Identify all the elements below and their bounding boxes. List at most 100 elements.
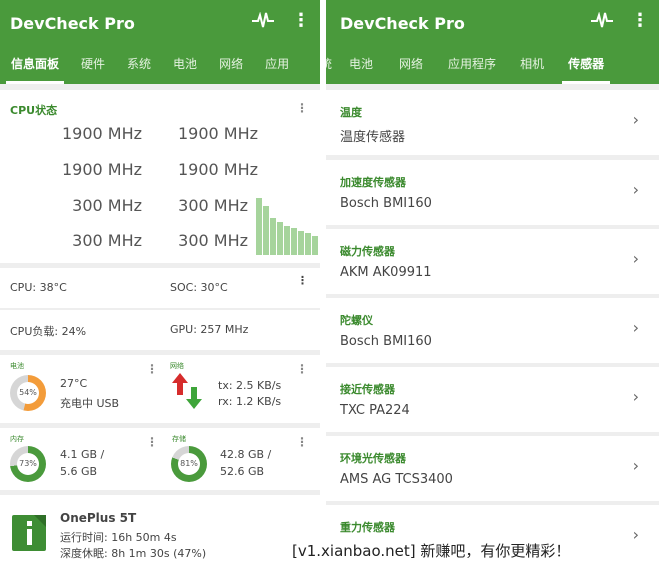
tab-battery[interactable]: 电池	[162, 47, 208, 84]
cpu-usage-bar	[263, 206, 269, 255]
core-frequency: 300 MHz	[72, 231, 142, 250]
tab-camera[interactable]: 相机	[508, 47, 556, 84]
storage-total: 52.6 GB	[220, 465, 265, 478]
chevron-right-icon: ›	[632, 525, 639, 544]
cpu-usage-bar	[270, 218, 276, 255]
cpu-temp: CPU: 38°C	[10, 281, 67, 294]
memory-ring: 73%	[10, 446, 46, 482]
battery-network-card[interactable]: 电池 54% 27°C 充电中 USB ⋮ 网络 tx: 2.5 KB/s rx…	[0, 355, 320, 423]
cpu-load: CPU负载: 24%	[10, 325, 87, 338]
chevron-right-icon: ›	[632, 456, 639, 475]
sensor-item-gyroscope[interactable]: 陀螺仪 Bosch BMI160 ›	[326, 298, 659, 363]
pulse-icon[interactable]	[252, 12, 274, 30]
sensor-category: 磁力传感器	[340, 245, 395, 258]
sensor-category: 环境光传感器	[340, 452, 406, 465]
card-menu-icon[interactable]: ⋮	[296, 102, 308, 114]
card-menu-icon[interactable]: ⋮	[146, 436, 158, 448]
tab-hardware[interactable]: 硬件	[70, 47, 116, 84]
app-title: DevCheck Pro	[10, 14, 135, 33]
memory-percent: 73%	[17, 453, 39, 475]
sensor-item-temperature[interactable]: 温度 温度传感器 ›	[326, 90, 659, 155]
uptime: 运行时间: 16h 50m 4s	[60, 531, 177, 544]
cpu-usage-bar	[305, 233, 311, 255]
chevron-right-icon: ›	[632, 387, 639, 406]
memory-label: 内存	[10, 435, 24, 443]
core-frequency: 300 MHz	[178, 196, 248, 215]
sensor-item-accelerometer[interactable]: 加速度传感器 Bosch BMI160 ›	[326, 160, 659, 225]
chevron-right-icon: ›	[632, 110, 639, 129]
soc-temp: SOC: 30°C	[170, 281, 228, 294]
memory-storage-card[interactable]: 内存 73% 4.1 GB / 5.6 GB ⋮ 存储 81% 42.8 GB …	[0, 428, 320, 490]
pulse-icon[interactable]	[591, 12, 613, 30]
tab-network[interactable]: 网络	[208, 47, 254, 84]
storage-ring: 81%	[171, 446, 207, 482]
temperature-row[interactable]: CPU: 38°C SOC: 30°C ⋮	[0, 268, 320, 308]
load-row[interactable]: CPU负载: 24% GPU: 257 MHz	[0, 310, 320, 350]
sensor-value: Bosch BMI160	[340, 334, 432, 349]
card-menu-icon[interactable]: ⋮	[297, 275, 308, 286]
cpu-usage-bar	[284, 226, 290, 255]
chevron-right-icon: ›	[632, 318, 639, 337]
battery-percent: 54%	[17, 382, 39, 404]
card-menu-icon[interactable]: ⋮	[296, 363, 308, 375]
core-frequency: 1900 MHz	[61, 160, 142, 179]
tab-sensors[interactable]: 传感器	[556, 47, 616, 84]
tab-bar: 统 电池 网络 应用程序 相机 传感器	[326, 47, 659, 84]
cpu-usage-bar	[298, 231, 304, 255]
card-menu-icon[interactable]: ⋮	[146, 363, 158, 375]
storage-used: 42.8 GB /	[220, 448, 272, 461]
cpu-usage-bar	[291, 228, 297, 255]
app-bar: DevCheck Pro ⋮	[0, 0, 320, 47]
more-vert-icon[interactable]: ⋮	[292, 12, 310, 30]
sensor-item-ambient-light[interactable]: 环境光传感器 AMS AG TCS3400 ›	[326, 436, 659, 501]
core-frequency: 300 MHz	[178, 231, 248, 250]
network-rx: rx: 1.2 KB/s	[218, 395, 282, 408]
memory-used: 4.1 GB /	[60, 448, 105, 461]
tab-system[interactable]: 系统	[116, 47, 162, 84]
battery-status: 充电中 USB	[60, 397, 120, 410]
tab-system[interactable]: 统	[326, 47, 336, 84]
sensor-item-proximity[interactable]: 接近传感器 TXC PA224 ›	[326, 367, 659, 432]
network-label: 网络	[170, 362, 184, 370]
watermark-text: [v1.xianbao.net] 新赚吧，有你更精彩！	[290, 540, 573, 561]
cpu-usage-bar	[312, 236, 318, 255]
sensor-value: TXC PA224	[340, 403, 410, 418]
tab-bar: 信息面板 硬件 系统 电池 网络 应用	[0, 47, 320, 84]
down-arrow-icon	[186, 387, 202, 413]
sensor-value: AKM AK09911	[340, 265, 432, 280]
app-bar: DevCheck Pro ⋮	[326, 0, 659, 47]
device-card[interactable]: OnePlus 5T 运行时间: 16h 50m 4s 深度休眠: 8h 1m …	[0, 495, 320, 574]
tab-apps[interactable]: 应用	[254, 47, 300, 84]
battery-ring: 54%	[10, 375, 46, 411]
battery-temp: 27°C	[60, 377, 88, 390]
sensor-category: 温度	[340, 106, 362, 119]
sensor-category: 接近传感器	[340, 383, 395, 396]
sensor-category: 加速度传感器	[340, 176, 406, 189]
more-vert-icon[interactable]: ⋮	[631, 12, 649, 30]
core-frequency: 1900 MHz	[61, 124, 142, 143]
tab-dashboard[interactable]: 信息面板	[0, 47, 70, 84]
sensor-item-magnetometer[interactable]: 磁力传感器 AKM AK09911 ›	[326, 229, 659, 294]
deep-sleep: 深度休眠: 8h 1m 30s (47%)	[60, 547, 207, 560]
chevron-right-icon: ›	[632, 249, 639, 268]
sensor-category: 重力传感器	[340, 521, 395, 534]
chevron-right-icon: ›	[632, 180, 639, 199]
tab-apps[interactable]: 应用程序	[436, 47, 508, 84]
core-frequency: 1900 MHz	[177, 160, 258, 179]
sensor-category: 陀螺仪	[340, 314, 373, 327]
cpu-status-title: CPU状态	[10, 104, 58, 117]
gpu-frequency: GPU: 257 MHz	[170, 323, 249, 336]
sensor-value: 温度传感器	[340, 130, 406, 145]
device-icon	[12, 515, 46, 555]
right-screen: DevCheck Pro ⋮ 统 电池 网络 应用程序 相机 传感器 温度 温度…	[326, 0, 659, 574]
core-frequency: 300 MHz	[72, 196, 142, 215]
storage-percent: 81%	[178, 453, 200, 475]
tab-battery[interactable]: 电池	[336, 47, 386, 84]
device-name: OnePlus 5T	[60, 511, 137, 525]
tab-network[interactable]: 网络	[386, 47, 436, 84]
battery-label: 电池	[10, 362, 24, 370]
card-menu-icon[interactable]: ⋮	[296, 436, 308, 448]
network-tx: tx: 2.5 KB/s	[218, 379, 282, 392]
sensor-value: Bosch BMI160	[340, 196, 432, 211]
core-frequency: 1900 MHz	[177, 124, 258, 143]
